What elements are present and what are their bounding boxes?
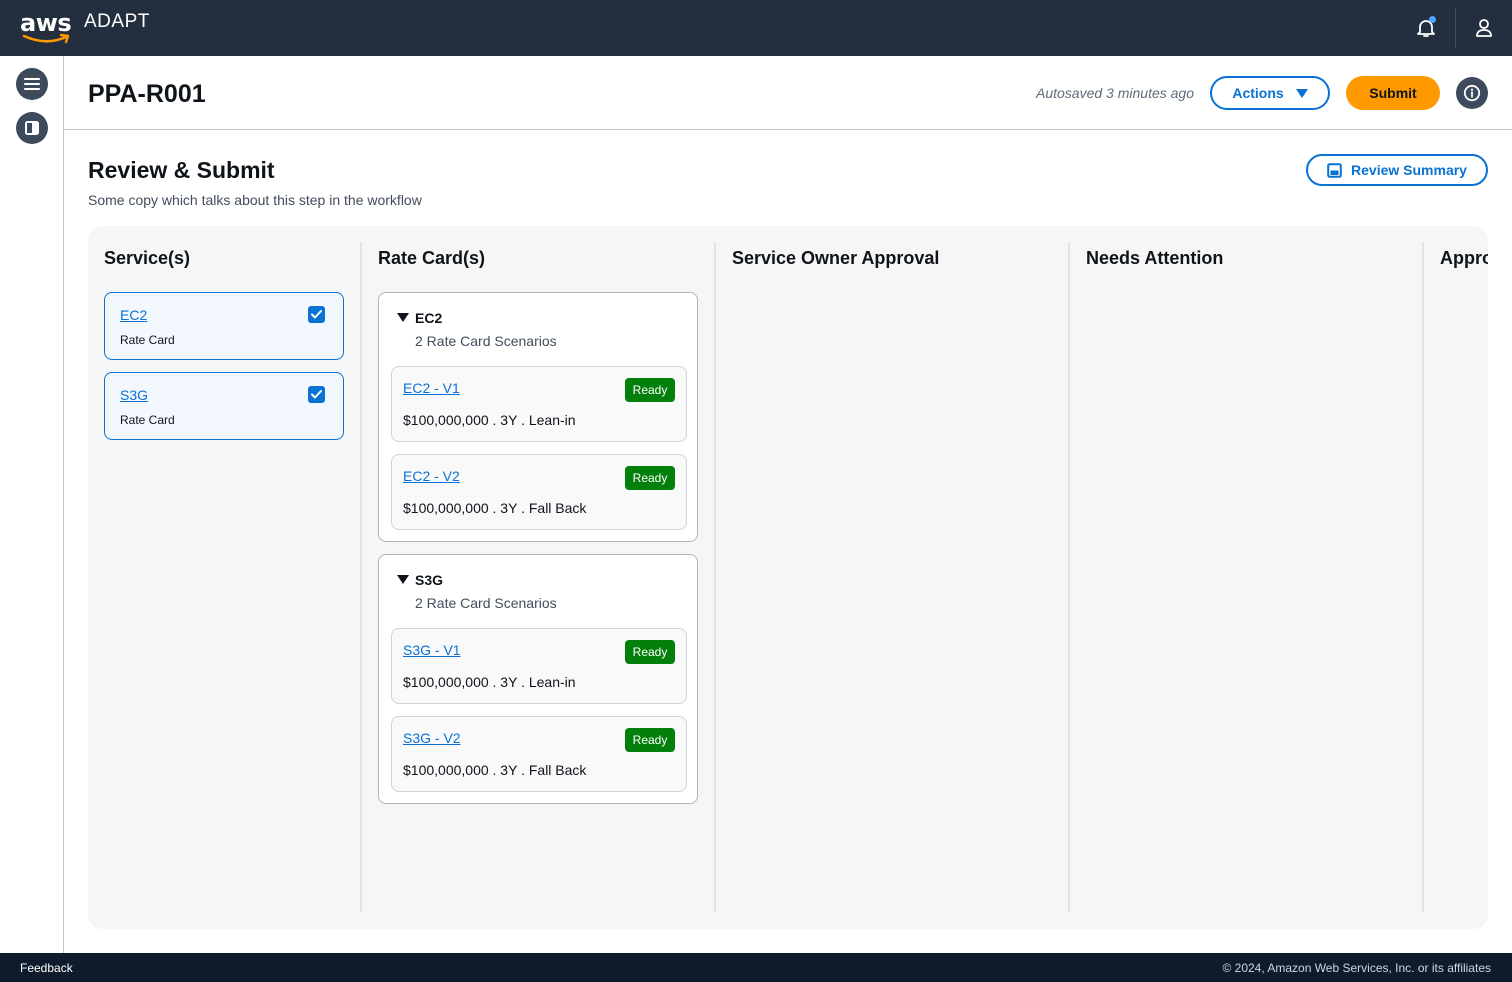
status-badge: Ready — [625, 640, 675, 664]
column-divider — [1422, 242, 1424, 912]
page-title: PPA-R001 — [88, 80, 206, 108]
expand-triangle-icon[interactable] — [397, 575, 409, 584]
page-header: PPA-R001 Autosaved 3 minutes ago Actions… — [64, 56, 1512, 130]
side-rail — [0, 56, 64, 953]
status-badge: Ready — [625, 466, 675, 490]
service-checkbox[interactable] — [308, 386, 325, 403]
nav-divider — [1455, 8, 1456, 48]
rate-card-group-ec2: EC2 2 Rate Card Scenarios EC2 - V1 Ready… — [378, 292, 698, 542]
submit-button[interactable]: Submit — [1346, 76, 1440, 110]
scenario-detail: $100,000,000 . 3Y . Lean-in — [403, 674, 576, 690]
group-count: 2 Rate Card Scenarios — [415, 595, 557, 611]
column-title-needs-attention: Needs Attention — [1086, 248, 1224, 268]
checkmark-icon — [311, 390, 322, 399]
scenario-link[interactable]: S3G - V2 — [403, 730, 461, 746]
scenario-link[interactable]: EC2 - V2 — [403, 468, 460, 484]
section-description: Some copy which talks about this step in… — [88, 192, 422, 208]
app-name: ADAPT — [84, 11, 150, 32]
side-panel-button[interactable] — [16, 112, 48, 144]
status-badge: Ready — [625, 378, 675, 402]
group-count: 2 Rate Card Scenarios — [415, 333, 557, 349]
kanban-board: Service(s) Rate Card(s) Service Owner Ap… — [88, 226, 1488, 929]
scenario-detail: $100,000,000 . 3Y . Fall Back — [403, 500, 587, 516]
column-divider — [714, 242, 716, 912]
service-card-ec2[interactable]: EC2 Rate Card — [104, 292, 344, 360]
caret-down-icon — [1295, 88, 1308, 98]
feedback-link[interactable]: Feedback — [20, 961, 73, 975]
summary-icon — [1327, 162, 1342, 178]
service-checkbox[interactable] — [308, 306, 325, 323]
scenario-card: EC2 - V2 Ready $100,000,000 . 3Y . Fall … — [391, 454, 687, 530]
review-summary-label: Review Summary — [1351, 162, 1467, 178]
checkmark-icon — [311, 310, 322, 319]
service-link[interactable]: S3G — [120, 387, 148, 403]
column-title-approved: Appro — [1440, 248, 1488, 268]
service-link[interactable]: EC2 — [120, 307, 147, 323]
service-card-s3g[interactable]: S3G Rate Card — [104, 372, 344, 440]
info-button[interactable] — [1456, 77, 1488, 109]
scenario-card: S3G - V2 Ready $100,000,000 . 3Y . Fall … — [391, 716, 687, 792]
status-badge: Ready — [625, 728, 675, 752]
aws-smile-icon — [22, 33, 70, 44]
actions-dropdown-button[interactable]: Actions — [1210, 76, 1330, 110]
rate-card-group-s3g: S3G 2 Rate Card Scenarios S3G - V1 Ready… — [378, 554, 698, 804]
scenario-card: S3G - V1 Ready $100,000,000 . 3Y . Lean-… — [391, 628, 687, 704]
copyright-text: © 2024, Amazon Web Services, Inc. or its… — [1222, 961, 1491, 975]
expand-triangle-icon[interactable] — [397, 313, 409, 322]
column-divider — [1068, 242, 1070, 912]
column-title-services: Service(s) — [104, 248, 191, 268]
scenario-detail: $100,000,000 . 3Y . Lean-in — [403, 412, 576, 428]
top-navigation: aws ADAPT — [0, 0, 1512, 56]
scenario-link[interactable]: S3G - V1 — [403, 642, 461, 658]
service-type: Rate Card — [120, 413, 175, 427]
hamburger-menu-icon — [24, 78, 40, 90]
group-name[interactable]: S3G — [415, 572, 443, 588]
column-divider — [360, 242, 362, 912]
section-title: Review & Submit — [88, 157, 275, 183]
autosave-status: Autosaved 3 minutes ago — [1036, 85, 1194, 101]
user-icon[interactable] — [1472, 16, 1496, 40]
footer: Feedback © 2024, Amazon Web Services, In… — [0, 953, 1512, 982]
scenario-detail: $100,000,000 . 3Y . Fall Back — [403, 762, 587, 778]
column-title-service-owner-approval: Service Owner Approval — [732, 248, 940, 268]
service-type: Rate Card — [120, 333, 175, 347]
info-icon — [1463, 84, 1481, 102]
notification-dot — [1429, 16, 1436, 23]
scenario-card: EC2 - V1 Ready $100,000,000 . 3Y . Lean-… — [391, 366, 687, 442]
actions-label: Actions — [1232, 85, 1284, 101]
menu-button[interactable] — [16, 68, 48, 100]
review-summary-button[interactable]: Review Summary — [1306, 154, 1488, 186]
scenario-link[interactable]: EC2 - V1 — [403, 380, 460, 396]
side-panel-icon — [25, 121, 39, 135]
aws-logo[interactable]: aws — [20, 9, 72, 45]
group-name[interactable]: EC2 — [415, 310, 442, 326]
column-title-rate-cards: Rate Card(s) — [378, 248, 486, 268]
